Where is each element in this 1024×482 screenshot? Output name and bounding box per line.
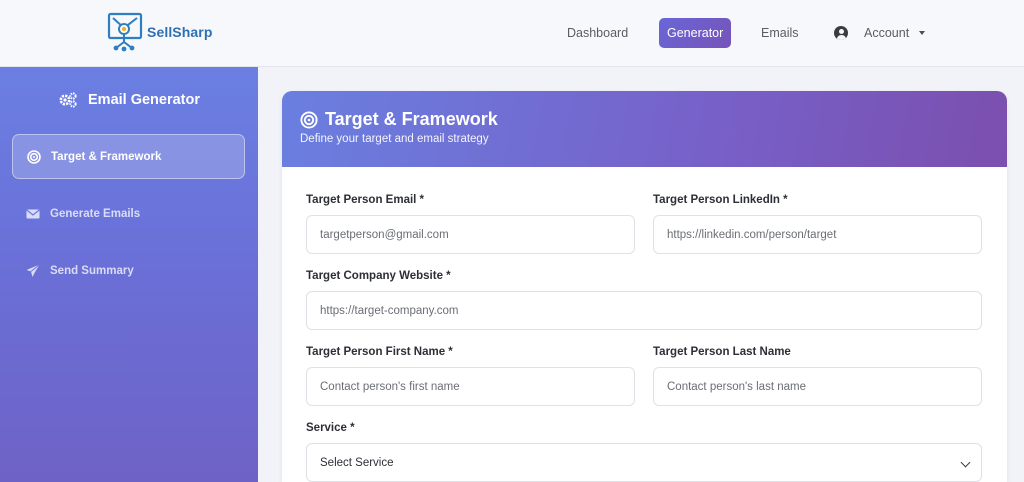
presentation-board-icon — [107, 12, 143, 52]
last-name-input[interactable]: Contact person's last name — [653, 367, 982, 406]
card-title-text: Target & Framework — [325, 109, 498, 129]
service-select[interactable]: Select Service — [306, 443, 982, 482]
nav-account-label: Account — [864, 26, 910, 40]
nav-generator[interactable]: Generator — [659, 18, 732, 48]
sidebar-item-label: Target & Framework — [51, 150, 162, 163]
nav-dashboard[interactable]: Dashboard — [567, 18, 628, 48]
chevron-down-icon — [960, 457, 971, 468]
gears-icon — [59, 92, 77, 108]
service-label: Service * — [306, 422, 355, 434]
card-header: Target & Framework Define your target an… — [282, 91, 1007, 167]
sidebar-item-generate-emails[interactable]: Generate Emails — [12, 191, 245, 236]
target-icon — [27, 149, 41, 164]
target-icon — [300, 110, 318, 129]
sidebar-item-target-framework[interactable]: Target & Framework — [12, 134, 245, 179]
caret-down-icon — [919, 31, 926, 35]
nav-account-dropdown[interactable]: Account — [834, 18, 926, 48]
sidebar-item-label: Generate Emails — [50, 207, 141, 220]
paper-plane-icon — [26, 263, 40, 277]
first-name-label: Target Person First Name * — [306, 346, 453, 358]
user-circle-icon — [834, 26, 848, 40]
sidebar-item-label: Send Summary — [50, 264, 134, 277]
last-name-label: Target Person Last Name — [653, 346, 791, 358]
envelope-icon — [26, 209, 40, 218]
service-select-value: Select Service — [320, 456, 394, 469]
first-name-input[interactable]: Contact person's first name — [306, 367, 635, 406]
sidebar-title: Email Generator — [58, 92, 200, 108]
sidebar: Email Generator Target & Framework Gener… — [0, 67, 258, 482]
target-linkedin-label: Target Person LinkedIn * — [653, 194, 788, 206]
target-email-input[interactable]: targetperson@gmail.com — [306, 215, 635, 254]
top-navbar: SellSharp Dashboard Generator Emails Acc… — [0, 0, 1024, 67]
brand-logo-link[interactable]: SellSharp — [107, 12, 212, 52]
company-website-label: Target Company Website * — [306, 270, 451, 282]
card-subtitle: Define your target and email strategy — [300, 133, 489, 145]
nav-emails[interactable]: Emails — [761, 18, 799, 48]
target-linkedin-input[interactable]: https://linkedin.com/person/target — [653, 215, 982, 254]
card-title: Target & Framework — [300, 109, 1007, 130]
company-website-input[interactable]: https://target-company.com — [306, 291, 982, 330]
sidebar-title-text: Email Generator — [88, 92, 201, 108]
target-framework-card: Target & Framework Define your target an… — [282, 91, 1007, 482]
target-email-label: Target Person Email * — [306, 194, 425, 206]
sidebar-item-send-summary[interactable]: Send Summary — [12, 248, 245, 293]
brand-name: SellSharp — [147, 24, 213, 40]
